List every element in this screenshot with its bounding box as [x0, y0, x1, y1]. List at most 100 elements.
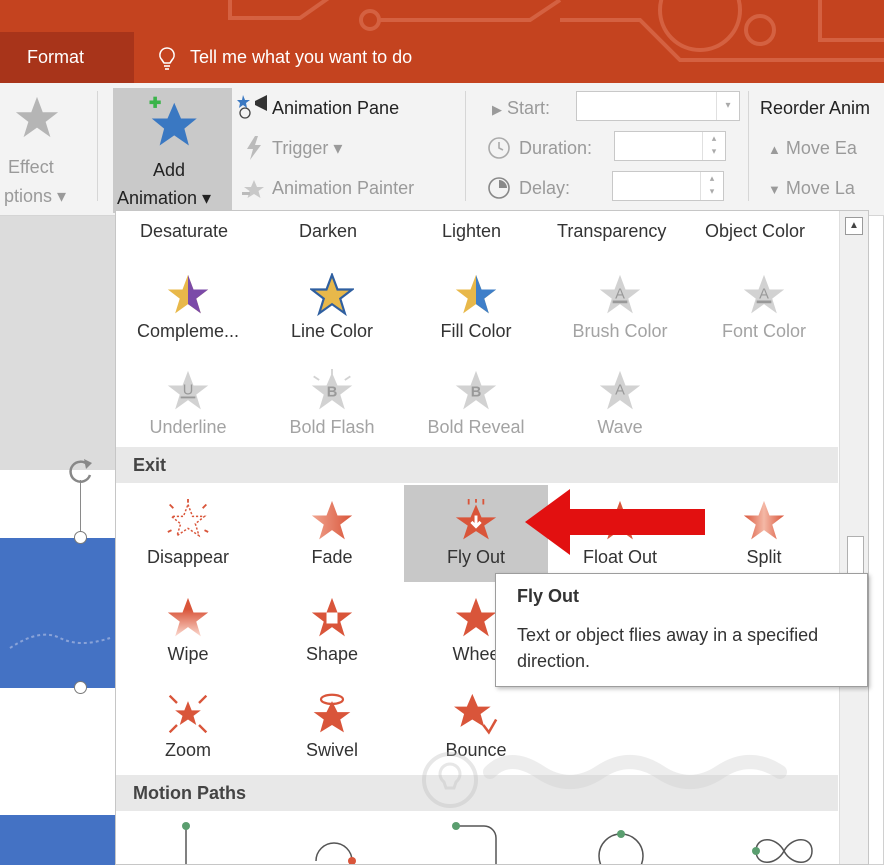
wipe-star-icon — [167, 597, 209, 637]
scroll-up-button[interactable]: ▲ — [845, 217, 863, 235]
reorder-animation-label: Reorder Anim — [760, 98, 871, 118]
gallery-label[interactable]: Transparency — [557, 221, 666, 242]
gallery-label[interactable]: Darken — [299, 221, 357, 242]
effect-label: Font Color — [721, 321, 807, 341]
effect-label: Shape — [305, 644, 359, 664]
effect-label: Brush Color — [572, 321, 668, 341]
effect-line-color[interactable]: Line Color — [260, 259, 404, 356]
add-animation-label: Add — [153, 160, 186, 180]
fill-color-star-icon — [455, 274, 497, 314]
animation-pane-icon — [237, 95, 267, 119]
trigger-icon — [247, 136, 261, 160]
tooltip-title: Fly Out — [517, 586, 579, 606]
scroll-thumb[interactable] — [847, 536, 864, 576]
slide-blue-shape[interactable] — [0, 538, 115, 688]
effect-zoom[interactable]: Zoom — [116, 678, 260, 775]
section-exit: Exit — [116, 447, 838, 483]
start-dropdown[interactable]: ▾ — [576, 91, 740, 121]
effect-complementary[interactable]: Compleme... — [116, 259, 260, 356]
motion-path-previews — [182, 822, 813, 864]
effect-label: Underline — [149, 417, 227, 437]
svg-text:A: A — [615, 287, 625, 303]
ribbon-separator — [465, 91, 466, 201]
delay-clock-icon — [488, 177, 510, 199]
svg-text:A: A — [615, 383, 625, 399]
trigger-button[interactable]: Trigger ▾ — [272, 138, 342, 159]
svg-text:B: B — [327, 385, 338, 401]
gallery-label[interactable]: Object Color — [705, 221, 805, 242]
effect-options-star-icon — [15, 96, 59, 138]
effect-label: Zoom — [164, 740, 211, 760]
line-color-star-icon — [310, 273, 354, 317]
spinner-arrows-icon: ▴ ▾ — [702, 132, 725, 160]
animation-painter-icon — [242, 180, 264, 198]
svg-text:A: A — [759, 287, 769, 303]
svg-text:B: B — [471, 385, 482, 401]
effect-bold-flash[interactable]: B Bold Flash — [260, 355, 404, 452]
effect-underline[interactable]: U Underline — [116, 355, 260, 452]
effect-label: Split — [746, 547, 782, 567]
effect-bold-reveal[interactable]: B Bold Reveal — [404, 355, 548, 452]
bold-flash-star-icon: B — [311, 369, 353, 410]
tooltip-body: Text or object flies away in a specified… — [517, 625, 819, 671]
duration-label: Duration: — [519, 138, 593, 158]
effect-label: Fill Color — [440, 321, 512, 341]
spinner-arrows-icon: ▴ ▾ — [700, 172, 723, 200]
effect-font-color[interactable]: A Font Color — [692, 259, 836, 356]
fade-star-icon — [311, 500, 353, 540]
brush-color-star-icon: A — [599, 274, 641, 314]
zoom-star-icon — [168, 694, 208, 734]
tab-format[interactable]: Format — [0, 32, 134, 83]
add-animation-button[interactable]: Add Animation ▾ — [113, 88, 232, 213]
gallery-scrollbar[interactable]: ▲ — [839, 211, 868, 864]
move-earlier-button[interactable]: ▲ Move Ea — [768, 138, 857, 159]
complementary-star-icon — [167, 274, 209, 314]
effect-disappear[interactable]: Disappear — [116, 485, 260, 582]
ribbon-separator — [97, 91, 98, 201]
animation-painter-button[interactable]: Animation Painter — [272, 178, 414, 199]
watermark-logo — [422, 752, 787, 808]
effect-fade[interactable]: Fade — [260, 485, 404, 582]
effect-shape[interactable]: Shape — [260, 582, 404, 679]
start-label: ▶ Start: — [492, 98, 551, 118]
effect-swivel[interactable]: Swivel — [260, 678, 404, 775]
animation-pane-button[interactable]: Animation Pane — [272, 98, 399, 119]
font-color-star-icon: A — [743, 274, 785, 314]
move-later-button[interactable]: ▼ Move La — [768, 178, 855, 199]
tell-me-text: Tell me what you want to do — [190, 47, 413, 67]
fly-out-star-icon — [455, 499, 497, 540]
rotate-handle-icon[interactable] — [62, 455, 98, 491]
effect-fill-color[interactable]: Fill Color — [404, 259, 548, 356]
ribbon: Effect ptions ▾ Add Animation ▾ Animatio… — [0, 83, 884, 233]
wave-star-icon: A — [599, 370, 641, 410]
effect-brush-color[interactable]: A Brush Color — [548, 259, 692, 356]
motion-path-dots — [9, 633, 111, 649]
resize-handle[interactable] — [74, 531, 87, 544]
slide-blue-shape-2[interactable] — [0, 815, 115, 865]
gallery-label[interactable]: Desaturate — [140, 221, 228, 242]
duration-spinner[interactable]: ▴ ▾ — [614, 131, 726, 161]
title-bar: Format Tell me what you want to do — [0, 0, 884, 83]
add-animation-star-icon — [149, 96, 197, 146]
gallery-label[interactable]: Lighten — [442, 221, 501, 242]
effect-options-label-2[interactable]: ptions ▾ — [4, 186, 66, 207]
effect-label: Bold Reveal — [427, 417, 525, 437]
duration-clock-icon — [488, 137, 510, 159]
resize-handle[interactable] — [74, 681, 87, 694]
wheel-star-icon — [455, 597, 497, 637]
chevron-down-icon: ▾ — [716, 92, 739, 120]
effect-options-label[interactable]: Effect — [8, 157, 54, 178]
effect-wave[interactable]: A Wave — [548, 355, 692, 452]
effect-wipe[interactable]: Wipe — [116, 582, 260, 679]
effect-label: Bold Flash — [289, 417, 375, 437]
effect-split[interactable]: Split — [692, 485, 836, 582]
underline-star-icon: U — [167, 370, 209, 410]
split-star-icon — [743, 500, 785, 540]
effect-label: Disappear — [146, 547, 230, 567]
tell-me-box[interactable]: Tell me what you want to do — [158, 32, 412, 83]
effect-label: Line Color — [290, 321, 374, 341]
svg-text:U: U — [183, 383, 194, 399]
bold-reveal-star-icon: B — [455, 370, 497, 410]
effect-label: Compleme... — [136, 321, 240, 341]
delay-spinner[interactable]: ▴ ▾ — [612, 171, 724, 201]
